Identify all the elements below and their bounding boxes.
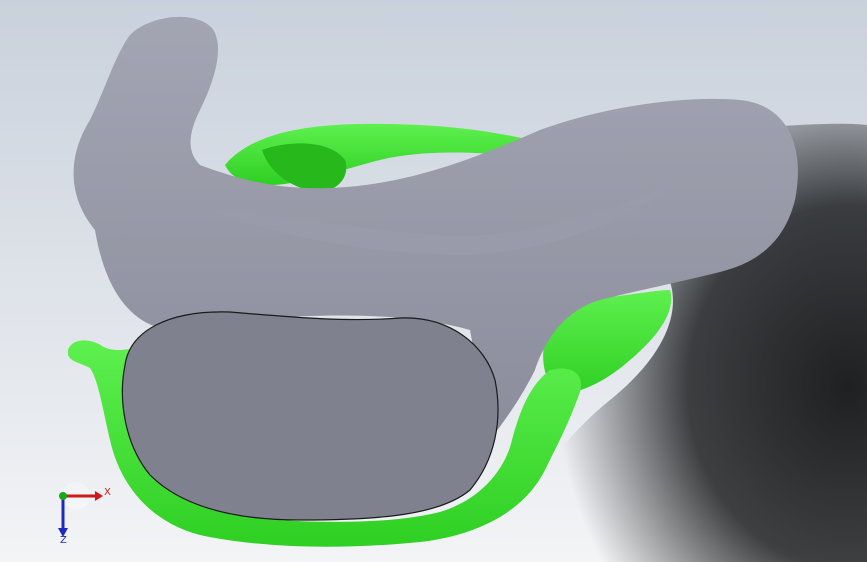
x-axis-label: X [104, 487, 111, 498]
graphics-viewport[interactable]: X Z [0, 0, 867, 562]
triad-graphic: X Z [58, 482, 111, 544]
z-axis-label: Z [60, 535, 67, 544]
model-scene[interactable] [0, 0, 867, 562]
reference-triad[interactable]: X Z [48, 482, 118, 544]
y-axis-dot [59, 492, 67, 500]
section-face [121, 311, 499, 521]
x-axis-arrowhead [95, 491, 103, 501]
